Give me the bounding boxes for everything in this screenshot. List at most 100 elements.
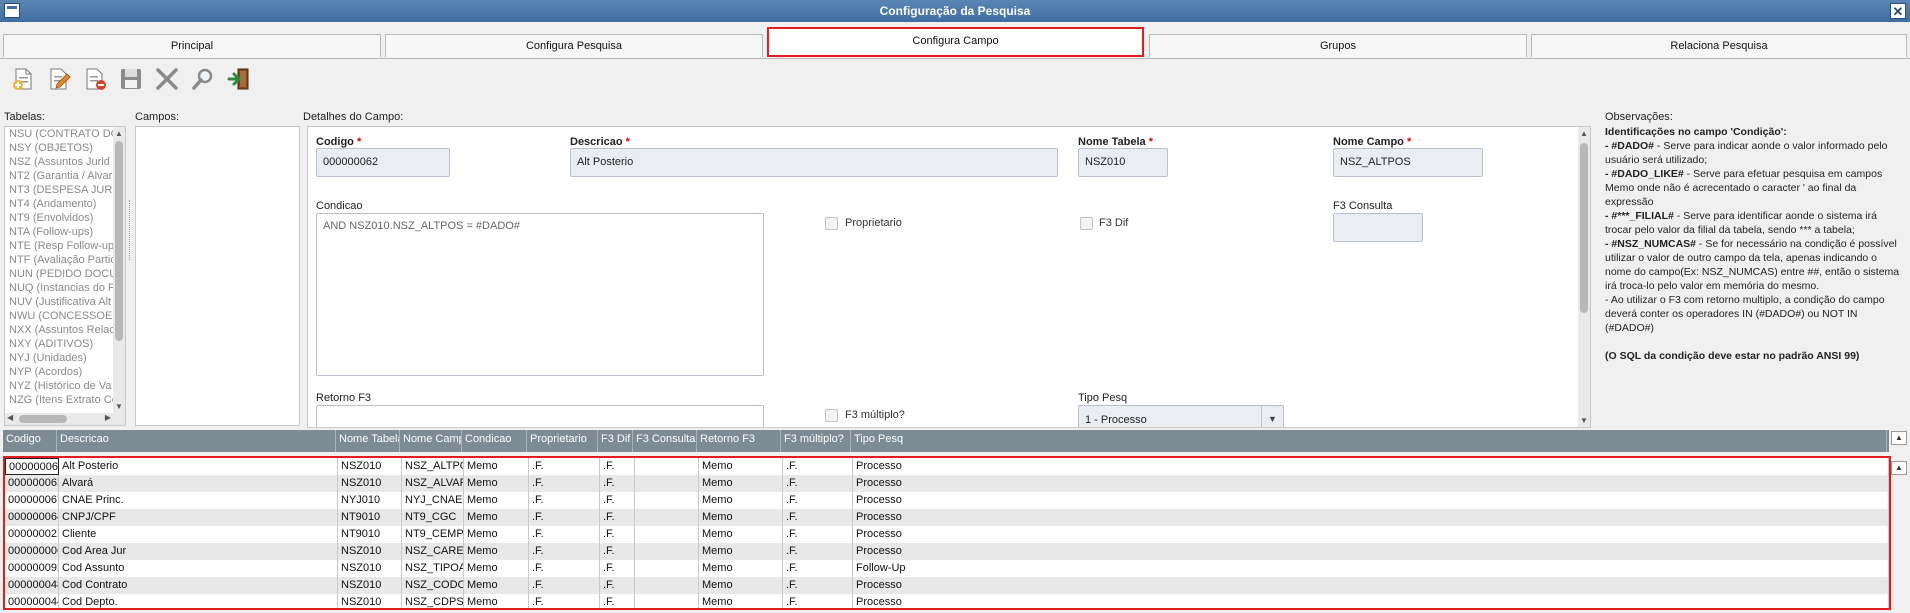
table-row[interactable]: 000000092Cod AssuntoNSZ010NSZ_TIPOASMemo… xyxy=(5,560,1889,577)
f3-multiplo-checkbox[interactable] xyxy=(825,409,838,422)
f3-consulta-field[interactable] xyxy=(1333,213,1423,242)
table-cell[interactable]: .F. xyxy=(600,594,635,608)
tabelas-vertical-scrollbar[interactable]: ▲ ▼ xyxy=(113,127,125,413)
table-cell[interactable]: NSZ_CAREAJ xyxy=(402,543,464,560)
table-cell[interactable] xyxy=(635,594,699,608)
tabela-list-item[interactable]: NT9 (Envolvidos) xyxy=(5,211,113,225)
window-menu-icon[interactable] xyxy=(4,3,20,18)
table-cell[interactable]: Memo xyxy=(699,492,783,509)
table-cell[interactable]: 000000021 xyxy=(5,526,59,543)
scroll-right-icon[interactable]: ▶ xyxy=(105,413,111,422)
table-cell[interactable]: Memo xyxy=(699,526,783,543)
table-cell[interactable]: Memo xyxy=(464,577,529,594)
table-cell[interactable]: Memo xyxy=(699,475,783,492)
table-cell[interactable]: .F. xyxy=(600,543,635,560)
table-cell[interactable]: .F. xyxy=(783,526,853,543)
table-cell[interactable]: Memo xyxy=(464,543,529,560)
tabela-list-item[interactable]: NTE (Resp Follow-up xyxy=(5,239,113,253)
table-cell[interactable]: 000000067 xyxy=(5,492,59,509)
table-cell[interactable]: Memo xyxy=(699,509,783,526)
table-cell[interactable]: .F. xyxy=(783,458,853,475)
table-cell[interactable]: Memo xyxy=(699,543,783,560)
column-header[interactable]: Condicao xyxy=(462,430,527,452)
table-cell[interactable] xyxy=(635,475,699,492)
table-row[interactable]: 000000062Alt PosterioNSZ010NSZ_ALTPOSMem… xyxy=(5,458,1889,475)
table-cell[interactable]: Memo xyxy=(464,475,529,492)
save-button[interactable] xyxy=(118,66,144,92)
details-vertical-scrollbar[interactable]: ▲ ▼ xyxy=(1578,127,1590,427)
table-cell[interactable]: NSZ010 xyxy=(338,458,402,475)
table-cell[interactable] xyxy=(635,577,699,594)
table-row[interactable]: 000000063AlvaráNSZ010NSZ_ALVARAMemo.F..F… xyxy=(5,475,1889,492)
table-cell[interactable] xyxy=(635,543,699,560)
details-scroll-thumb[interactable] xyxy=(1580,143,1588,313)
table-cell[interactable]: .F. xyxy=(783,475,853,492)
table-cell[interactable]: .F. xyxy=(529,492,600,509)
grid-scroll-top-icon[interactable]: ▲ xyxy=(1891,431,1907,445)
table-cell[interactable]: 000000006 xyxy=(5,543,59,560)
table-cell[interactable]: .F. xyxy=(600,475,635,492)
tabela-list-item[interactable]: NT4 (Andamento) xyxy=(5,197,113,211)
scroll-left-icon[interactable]: ◀ xyxy=(7,413,13,422)
table-cell[interactable]: Follow-Up xyxy=(853,560,1889,577)
table-row[interactable]: 000000064 CNPJ/CPF NT9010 NT9_CGC Memo .F. .F.… xyxy=(5,509,1889,526)
table-cell[interactable]: .F. xyxy=(600,458,635,475)
table-cell[interactable]: Processo xyxy=(853,577,1889,594)
tabela-list-item[interactable]: NSU (CONTRATO DO xyxy=(5,127,113,141)
column-header[interactable]: Proprietario xyxy=(527,430,598,452)
table-cell[interactable]: .F. xyxy=(600,577,635,594)
tabela-list-item[interactable]: NSY (OBJETOS) xyxy=(5,141,113,155)
table-cell[interactable]: .F. xyxy=(600,526,635,543)
tab-principal[interactable]: Principal xyxy=(3,34,381,57)
table-cell[interactable]: Processo xyxy=(853,492,1889,509)
table-cell[interactable]: Memo xyxy=(464,526,529,543)
table-cell[interactable]: Memo xyxy=(464,492,529,509)
table-cell[interactable]: Memo xyxy=(699,577,783,594)
table-cell[interactable]: Processo xyxy=(853,458,1889,475)
tabela-list-item[interactable]: NXX (Assuntos Relac xyxy=(5,323,113,337)
condicao-textarea[interactable]: AND NSZ010.NSZ_ALTPOS = #DADO# xyxy=(316,213,764,376)
descricao-field[interactable]: Alt Posterio xyxy=(570,148,1058,177)
table-cell[interactable]: .F. xyxy=(783,577,853,594)
scroll-up-icon[interactable]: ▲ xyxy=(1580,129,1588,138)
tabelas-horizontal-scrollbar[interactable]: ◀ ▶ xyxy=(5,413,125,425)
table-cell[interactable]: NT9010 xyxy=(338,526,402,543)
table-cell[interactable]: CNAE Princ. xyxy=(59,492,338,509)
table-cell[interactable]: Cod Contrato xyxy=(59,577,338,594)
tabela-list-item[interactable]: NYZ (Histórico de Va xyxy=(5,379,113,393)
table-cell[interactable]: .F. xyxy=(529,526,600,543)
tabela-list-item[interactable]: NZG (Itens Extrato Cc xyxy=(5,393,113,407)
table-cell[interactable]: NT9010 xyxy=(338,509,402,526)
search-button[interactable] xyxy=(190,66,216,92)
table-cell[interactable]: 000000063 xyxy=(5,475,59,492)
tipo-pesq-select[interactable]: 1 - Processo ▼ xyxy=(1078,405,1284,427)
tabela-list-item[interactable]: NUV (Justificativa Alt xyxy=(5,295,113,309)
table-cell[interactable]: NSZ010 xyxy=(338,594,402,608)
edit-button[interactable] xyxy=(46,66,72,92)
campos-list[interactable] xyxy=(135,126,300,426)
table-cell[interactable] xyxy=(635,526,699,543)
table-cell[interactable] xyxy=(635,492,699,509)
column-header[interactable]: Tipo Pesq xyxy=(851,430,1887,452)
table-cell[interactable]: Cod Depto. xyxy=(59,594,338,608)
table-cell[interactable]: NSZ_CDPSOL xyxy=(402,594,464,608)
table-cell[interactable]: Memo xyxy=(464,458,529,475)
tabela-list-item[interactable]: NYP (Acordos) xyxy=(5,365,113,379)
table-cell[interactable]: Memo xyxy=(464,560,529,577)
table-cell[interactable]: .F. xyxy=(783,560,853,577)
table-cell[interactable]: .F. xyxy=(783,594,853,608)
table-cell[interactable]: Processo xyxy=(853,509,1889,526)
table-cell[interactable]: CNPJ/CPF xyxy=(59,509,338,526)
table-cell[interactable]: Memo xyxy=(699,458,783,475)
table-cell[interactable]: NT9_CGC xyxy=(402,509,464,526)
table-cell[interactable]: Memo xyxy=(699,594,783,608)
tab-grupos[interactable]: Grupos xyxy=(1149,34,1527,57)
table-row[interactable]: 000000044Cod Depto.NSZ010NSZ_CDPSOLMemo.… xyxy=(5,594,1889,608)
table-cell[interactable]: NSZ010 xyxy=(338,577,402,594)
table-cell[interactable]: Alt Posterio xyxy=(59,458,338,475)
tabela-list-item[interactable]: NUN (PEDIDO DOCUM xyxy=(5,267,113,281)
table-cell[interactable]: Memo xyxy=(464,509,529,526)
table-cell[interactable]: NSZ_CODCON xyxy=(402,577,464,594)
grid-scroll-up-icon[interactable]: ▲ xyxy=(1891,461,1907,475)
table-cell[interactable]: 000000092 xyxy=(5,560,59,577)
